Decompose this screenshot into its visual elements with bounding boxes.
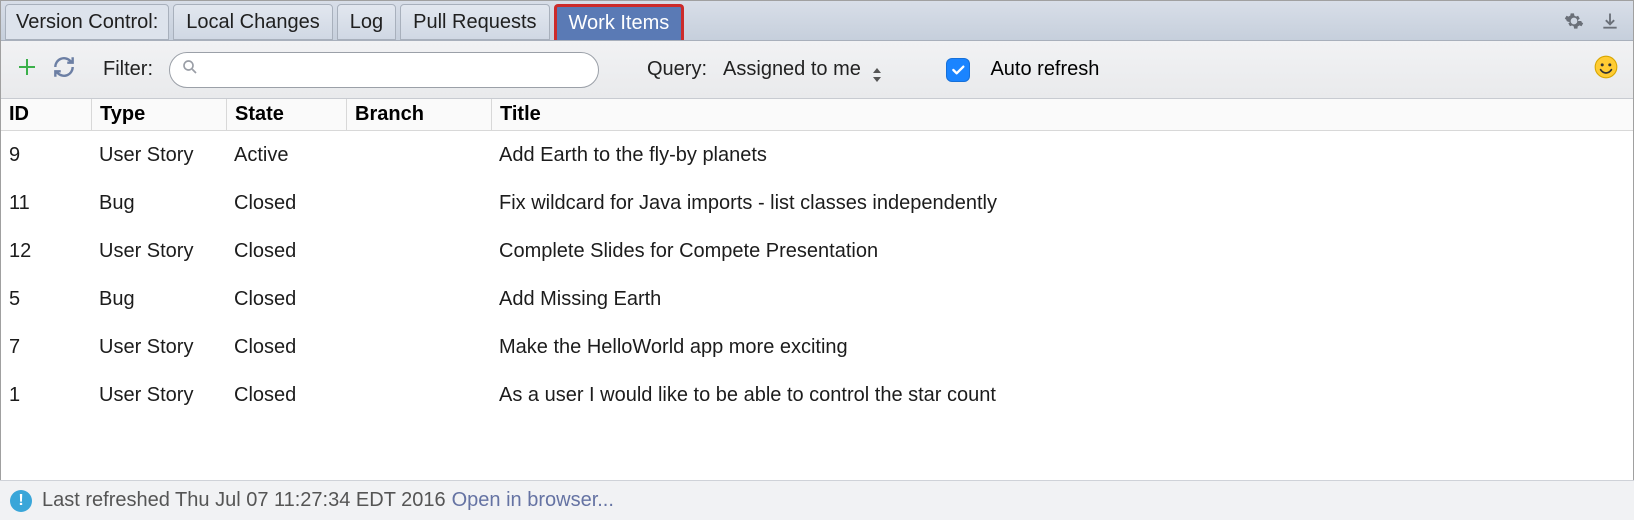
cell-title: Fix wildcard for Java imports - list cla… <box>491 192 1633 215</box>
tab-log[interactable]: Log <box>337 4 396 40</box>
table-row[interactable]: 7 User Story Closed Make the HelloWorld … <box>1 323 1633 371</box>
gear-icon[interactable] <box>1563 10 1585 32</box>
open-in-browser-link[interactable]: Open in browser... <box>452 489 614 512</box>
cell-id: 7 <box>1 336 91 359</box>
chevron-updown-icon <box>872 68 882 82</box>
search-icon <box>181 58 199 82</box>
cell-title: Make the HelloWorld app more exciting <box>491 336 1633 359</box>
column-title[interactable]: Title <box>491 99 1633 130</box>
query-dropdown-value: Assigned to me <box>723 58 861 80</box>
refresh-icon[interactable] <box>51 54 77 86</box>
cell-state: Closed <box>226 192 346 215</box>
tab-work-items[interactable]: Work Items <box>554 4 685 40</box>
tab-local-changes[interactable]: Local Changes <box>173 4 332 40</box>
cell-id: 5 <box>1 288 91 311</box>
table-row[interactable]: 5 Bug Closed Add Missing Earth <box>1 275 1633 323</box>
table-body: 9 User Story Active Add Earth to the fly… <box>1 131 1633 419</box>
tab-pull-requests[interactable]: Pull Requests <box>400 4 549 40</box>
download-icon[interactable] <box>1599 10 1621 32</box>
cell-title: Complete Slides for Compete Presentation <box>491 240 1633 263</box>
cell-type: User Story <box>91 384 226 407</box>
tab-bar: Version Control: Local Changes Log Pull … <box>1 1 1633 41</box>
panel-label: Version Control: <box>5 4 169 40</box>
status-bar: ! Last refreshed Thu Jul 07 11:27:34 EDT… <box>0 480 1634 520</box>
feedback-smiley-icon[interactable] <box>1593 54 1619 86</box>
plus-icon[interactable] <box>15 55 39 85</box>
cell-state: Active <box>226 144 346 167</box>
auto-refresh-label: Auto refresh <box>990 58 1099 81</box>
cell-title: As a user I would like to be able to con… <box>491 384 1633 407</box>
column-type[interactable]: Type <box>91 99 226 130</box>
work-items-table: ID Type State Branch Title 9 User Story … <box>1 99 1633 419</box>
query-label: Query: <box>647 58 707 81</box>
table-row[interactable]: 9 User Story Active Add Earth to the fly… <box>1 131 1633 179</box>
table-header: ID Type State Branch Title <box>1 99 1633 131</box>
cell-id: 12 <box>1 240 91 263</box>
cell-type: Bug <box>91 288 226 311</box>
cell-title: Add Missing Earth <box>491 288 1633 311</box>
cell-id: 9 <box>1 144 91 167</box>
table-row[interactable]: 11 Bug Closed Fix wildcard for Java impo… <box>1 179 1633 227</box>
cell-type: User Story <box>91 240 226 263</box>
cell-state: Closed <box>226 384 346 407</box>
table-row[interactable]: 1 User Story Closed As a user I would li… <box>1 371 1633 419</box>
toolbar: Filter: Query: Assigned to me Auto refre… <box>1 41 1633 99</box>
info-icon: ! <box>10 490 32 512</box>
column-branch[interactable]: Branch <box>346 99 491 130</box>
filter-input[interactable] <box>169 52 599 88</box>
cell-state: Closed <box>226 240 346 263</box>
cell-title: Add Earth to the fly-by planets <box>491 144 1633 167</box>
column-state[interactable]: State <box>226 99 346 130</box>
cell-type: Bug <box>91 192 226 215</box>
cell-state: Closed <box>226 288 346 311</box>
column-id[interactable]: ID <box>1 99 91 130</box>
table-row[interactable]: 12 User Story Closed Complete Slides for… <box>1 227 1633 275</box>
filter-field-wrap <box>169 52 599 88</box>
query-dropdown[interactable]: Assigned to me <box>723 58 882 82</box>
auto-refresh-checkbox[interactable] <box>946 58 970 82</box>
status-text: Last refreshed Thu Jul 07 11:27:34 EDT 2… <box>42 489 446 512</box>
filter-label: Filter: <box>103 58 153 81</box>
cell-id: 1 <box>1 384 91 407</box>
cell-state: Closed <box>226 336 346 359</box>
cell-type: User Story <box>91 144 226 167</box>
cell-id: 11 <box>1 192 91 215</box>
cell-type: User Story <box>91 336 226 359</box>
